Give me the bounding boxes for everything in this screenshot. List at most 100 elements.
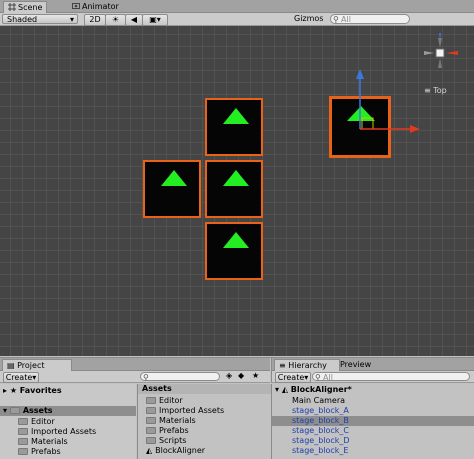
gizmo-center-cube[interactable] bbox=[435, 48, 445, 58]
asset-label: Prefabs bbox=[159, 426, 189, 435]
search-icon: ⚲ bbox=[143, 373, 149, 382]
tree-item-label: Materials bbox=[31, 437, 68, 446]
gizmo-left-cone[interactable] bbox=[424, 51, 434, 55]
folder-icon bbox=[146, 417, 156, 424]
tree-item-materials[interactable]: Materials bbox=[18, 437, 68, 447]
hierarchy-item-stage-block-a[interactable]: stage_block_A bbox=[292, 406, 349, 416]
asset-label: Imported Assets bbox=[159, 406, 225, 415]
animator-icon bbox=[72, 2, 80, 10]
tab-project-label: Project bbox=[17, 361, 45, 370]
orientation-gizmo[interactable] bbox=[418, 32, 462, 82]
audio-toggle[interactable]: ◀ bbox=[125, 14, 143, 26]
move-gizmo[interactable] bbox=[345, 66, 425, 136]
favorites-item[interactable]: ▸ ★ Favorites bbox=[3, 386, 62, 396]
hierarchy-tab-bar: ≡ Hierarchy Preview bbox=[271, 358, 474, 371]
tab-animator[interactable]: Animator bbox=[68, 1, 123, 12]
stage-block[interactable] bbox=[205, 160, 263, 218]
stage-block[interactable] bbox=[205, 222, 263, 280]
star-icon: ★ bbox=[9, 386, 17, 395]
project-toolbar: Create▾ ⚲ ◈ ◆ ★ bbox=[0, 371, 270, 383]
scene-name-label: BlockAligner* bbox=[290, 385, 352, 394]
stage-block[interactable] bbox=[143, 160, 201, 218]
dropdown-arrow-icon: ▾ bbox=[69, 15, 74, 24]
asset-label: Editor bbox=[159, 396, 183, 405]
hierarchy-item-main-camera[interactable]: Main Camera bbox=[292, 396, 345, 406]
folder-icon bbox=[18, 448, 28, 455]
scene-search-placeholder: All bbox=[341, 15, 351, 24]
dropdown-arrow-icon: ▾ bbox=[156, 15, 161, 24]
scene-root-item[interactable]: ▾ ◭ BlockAligner* bbox=[275, 385, 352, 395]
folder-icon bbox=[146, 427, 156, 434]
asset-label: Scripts bbox=[159, 436, 187, 445]
gizmo-down-cone[interactable] bbox=[438, 58, 442, 68]
scene-hash-icon bbox=[8, 3, 16, 11]
folder-icon bbox=[146, 407, 156, 414]
tab-scene-label: Scene bbox=[18, 3, 43, 12]
shading-mode-dropdown[interactable]: Shaded ▾ bbox=[2, 14, 78, 24]
folder-icon bbox=[146, 397, 156, 404]
asset-label: BlockAligner bbox=[155, 446, 206, 455]
asset-label: Materials bbox=[159, 416, 196, 425]
hierarchy-item-stage-block-d[interactable]: stage_block_D bbox=[292, 436, 350, 446]
scene-tab-bar: Scene Animator bbox=[0, 0, 474, 13]
assets-list: Assets Editor Imported Assets Materials … bbox=[137, 384, 275, 459]
asset-item[interactable]: Scripts bbox=[146, 436, 186, 446]
tab-preview-label: Preview bbox=[340, 360, 372, 369]
expand-arrow-icon: ▾ bbox=[275, 385, 280, 394]
create-label: Create bbox=[5, 373, 33, 382]
gizmos-dropdown[interactable]: Gizmos ▾ bbox=[294, 14, 328, 33]
hierarchy-search-input[interactable]: ⚲ All bbox=[312, 372, 470, 382]
bottom-panels: ▤ Project Create▾ ⚲ ◈ ◆ ★ ▸ ★ Favorites … bbox=[0, 357, 474, 459]
expand-arrow-icon: ▾ bbox=[3, 406, 8, 415]
hierarchy-item-stage-block-b-selected[interactable]: stage_block_B bbox=[272, 416, 474, 426]
view-label-text: Top bbox=[433, 86, 447, 95]
unity-scene-icon: ◭ bbox=[146, 446, 153, 455]
tab-project[interactable]: ▤ Project bbox=[2, 359, 72, 371]
assets-label: Assets bbox=[22, 406, 53, 415]
hierarchy-item-label: stage_block_B bbox=[292, 416, 349, 425]
toggle-2d-button[interactable]: 2D bbox=[84, 14, 106, 26]
assets-tree-item[interactable]: ▾ Assets bbox=[0, 406, 136, 416]
project-create-dropdown[interactable]: Create▾ bbox=[3, 372, 39, 383]
tree-item-editor[interactable]: Editor bbox=[18, 417, 55, 427]
scene-viewport[interactable]: ≡ Top bbox=[0, 26, 474, 356]
view-label[interactable]: ≡ Top bbox=[424, 86, 447, 95]
speaker-icon: ◀ bbox=[130, 15, 138, 24]
project-tree: ▸ ★ Favorites ▾ Assets Editor Imported A… bbox=[0, 384, 136, 459]
tab-preview[interactable]: Preview bbox=[336, 359, 375, 370]
project-search-input[interactable]: ⚲ bbox=[140, 372, 220, 382]
star-icon[interactable]: ★ bbox=[252, 371, 259, 380]
filter-type-icon[interactable]: ◈ bbox=[226, 371, 232, 380]
folder-icon bbox=[18, 438, 28, 445]
tree-item-label: Imported Assets bbox=[31, 427, 97, 436]
tab-scene[interactable]: Scene bbox=[3, 1, 48, 13]
unity-scene-icon: ◭ bbox=[281, 385, 288, 394]
asset-item[interactable]: Materials bbox=[146, 416, 196, 426]
asset-item[interactable]: ◭ BlockAligner bbox=[146, 446, 205, 456]
folder-icon bbox=[18, 418, 28, 425]
hierarchy-item-stage-block-e[interactable]: stage_block_E bbox=[292, 446, 349, 456]
asset-item[interactable]: Prefabs bbox=[146, 426, 189, 436]
effects-dropdown[interactable]: ▣▾ bbox=[142, 14, 168, 26]
hierarchy-item-stage-block-c[interactable]: stage_block_C bbox=[292, 426, 349, 436]
search-icon: ⚲ bbox=[333, 15, 339, 24]
scene-search-input[interactable]: ⚲ All bbox=[330, 14, 410, 24]
create-label: Create bbox=[277, 373, 305, 382]
hierarchy-list: ▾ ◭ BlockAligner* Main Camera stage_bloc… bbox=[271, 384, 474, 459]
asset-item[interactable]: Editor bbox=[146, 396, 183, 406]
scene-toolbar: Shaded ▾ 2D ☀ ◀ ▣▾ Gizmos ▾ ⚲ All bbox=[0, 13, 474, 33]
tab-hierarchy[interactable]: ≡ Hierarchy bbox=[274, 359, 340, 371]
hierarchy-search-placeholder: All bbox=[323, 373, 333, 382]
tab-animator-label: Animator bbox=[82, 2, 119, 11]
tab-hierarchy-label: Hierarchy bbox=[288, 361, 327, 370]
gizmo-x-cone[interactable] bbox=[446, 51, 458, 55]
search-icon: ⚲ bbox=[315, 373, 321, 382]
hierarchy-create-dropdown[interactable]: Create▾ bbox=[275, 372, 311, 383]
filter-label-icon[interactable]: ◆ bbox=[238, 371, 244, 380]
hierarchy-icon: ≡ bbox=[279, 361, 286, 370]
stage-block[interactable] bbox=[205, 98, 263, 156]
lighting-toggle[interactable]: ☀ bbox=[105, 14, 126, 26]
tree-item-prefabs[interactable]: Prefabs bbox=[18, 447, 61, 457]
asset-item[interactable]: Imported Assets bbox=[146, 406, 224, 416]
tree-item-imported-assets[interactable]: Imported Assets bbox=[18, 427, 96, 437]
